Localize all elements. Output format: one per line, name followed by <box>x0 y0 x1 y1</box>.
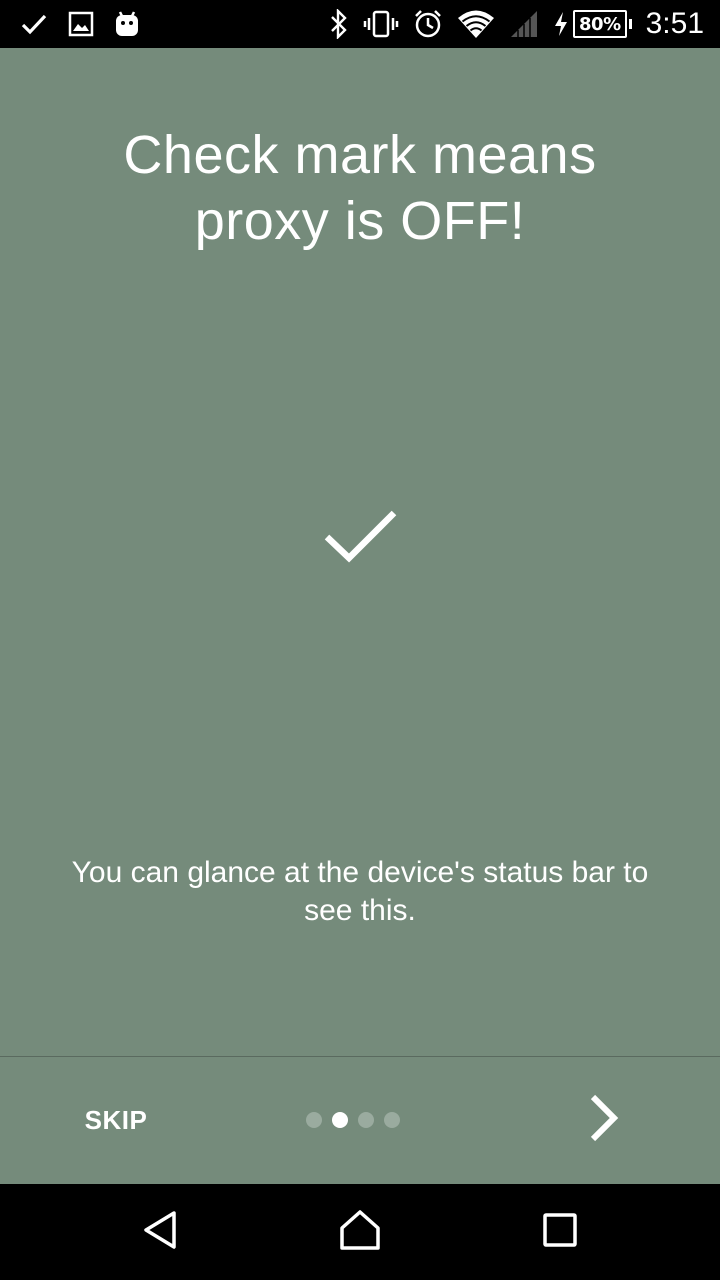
back-icon <box>140 1209 180 1255</box>
battery-nub <box>628 19 632 29</box>
slide-description: You can glance at the device's status ba… <box>71 856 649 927</box>
check-icon <box>20 12 48 36</box>
chevron-right-icon <box>586 1093 622 1147</box>
android-icon <box>114 10 140 38</box>
image-icon <box>68 11 94 37</box>
battery-indicator: 80% <box>553 10 632 38</box>
slide-title: Check mark means proxy is OFF! <box>123 125 597 251</box>
page-dot-3 <box>358 1112 374 1128</box>
clock: 3:51 <box>645 7 704 40</box>
bluetooth-icon <box>329 9 349 39</box>
system-icons: 80% 3:51 <box>329 6 704 42</box>
battery-percent: 80% <box>573 10 627 38</box>
page-indicator <box>306 1110 400 1130</box>
status-bar: 80% 3:51 <box>0 0 720 48</box>
back-button[interactable] <box>136 1208 184 1256</box>
page-dot-4 <box>384 1112 400 1128</box>
notification-icons <box>20 8 140 40</box>
checkmark-icon <box>320 506 400 570</box>
home-button[interactable] <box>336 1208 384 1256</box>
recents-icon <box>542 1212 578 1252</box>
navigation-bar <box>0 1184 720 1280</box>
page-dot-2 <box>332 1112 348 1128</box>
alarm-icon <box>413 9 443 39</box>
home-icon <box>338 1208 382 1256</box>
page-dot-1 <box>306 1112 322 1128</box>
vibrate-icon <box>363 10 399 38</box>
skip-button[interactable]: SKIP <box>60 1088 172 1152</box>
cell-signal-icon <box>509 9 539 39</box>
intro-slide: Check mark means proxy is OFF! You can g… <box>0 48 720 1184</box>
screen: 80% 3:51 Check mark means proxy is OFF! … <box>0 0 720 1280</box>
footer-divider <box>0 1056 720 1057</box>
next-button[interactable] <box>572 1088 636 1152</box>
recents-button[interactable] <box>536 1208 584 1256</box>
wifi-icon <box>457 9 495 39</box>
charging-icon <box>553 11 569 37</box>
